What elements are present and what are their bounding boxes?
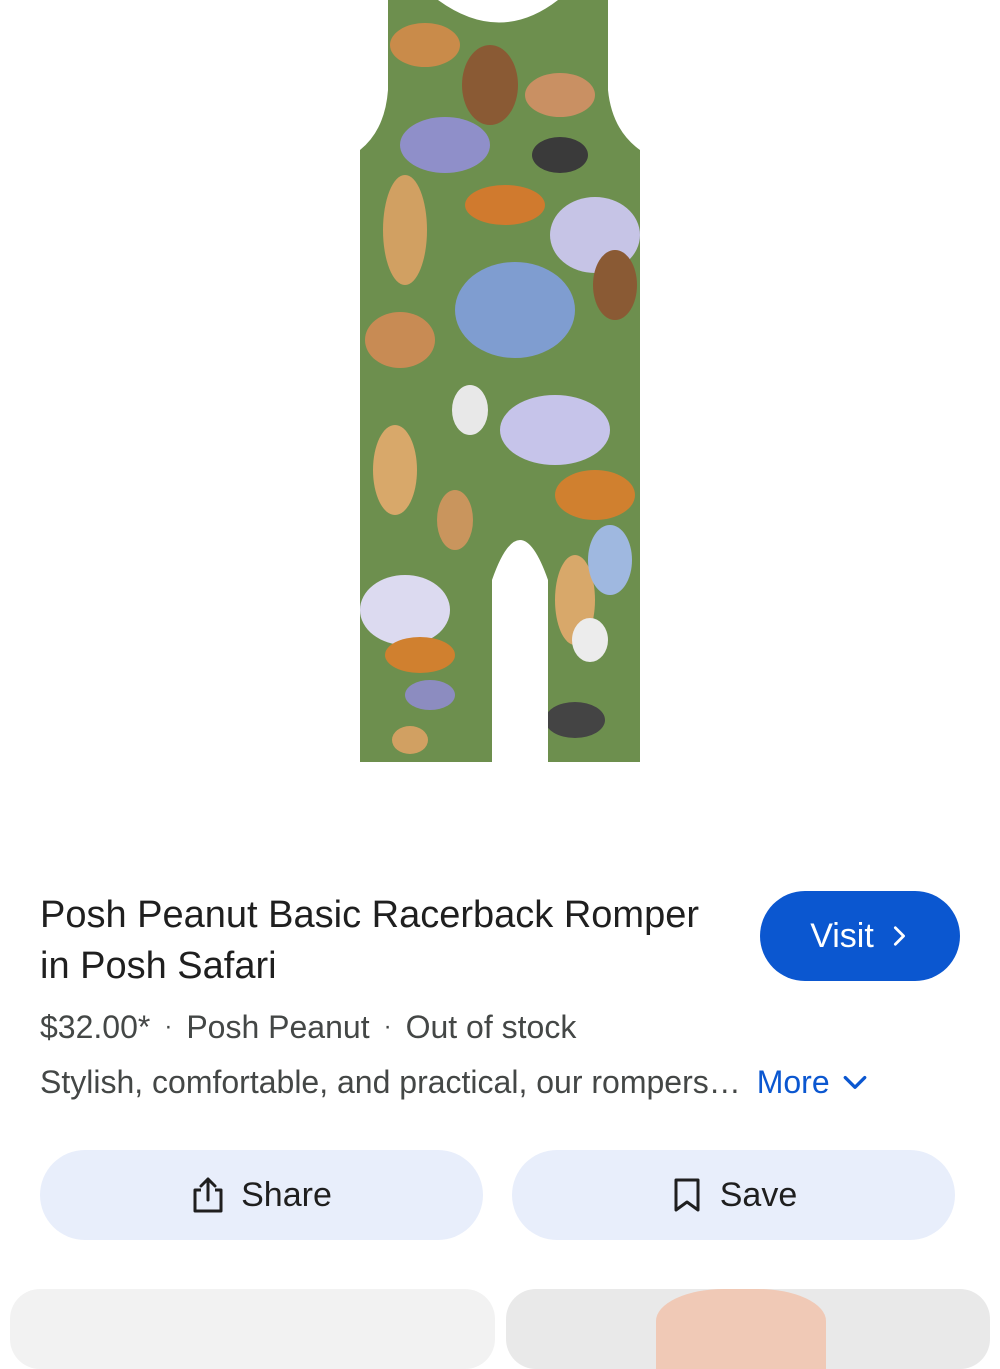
- chevron-down-icon: [843, 1075, 866, 1089]
- product-price: $32.00*: [40, 1008, 151, 1045]
- save-button[interactable]: Save: [512, 1150, 955, 1240]
- more-button[interactable]: More: [757, 1064, 868, 1101]
- share-icon: [193, 1177, 223, 1213]
- related-result-thumbnail: [656, 1289, 826, 1369]
- meta-separator: ·: [164, 1013, 173, 1040]
- meta-separator: ·: [383, 1013, 392, 1040]
- visit-button-label: Visit: [810, 916, 874, 955]
- product-description: Stylish, comfortable, and practical, our…: [40, 1064, 980, 1101]
- stock-status: Out of stock: [405, 1008, 577, 1045]
- more-label: More: [756, 1064, 830, 1100]
- seller-name: Posh Peanut: [186, 1008, 370, 1045]
- bookmark-icon: [674, 1178, 700, 1212]
- chevron-right-icon: [893, 926, 905, 946]
- save-label: Save: [719, 1175, 798, 1214]
- share-label: Share: [241, 1175, 332, 1214]
- related-result-card[interactable]: [10, 1289, 495, 1369]
- product-title: Posh Peanut Basic Racerback Romper in Po…: [40, 894, 699, 987]
- share-button[interactable]: Share: [40, 1150, 483, 1240]
- product-meta: $32.00* · Posh Peanut · Out of stock: [40, 1005, 576, 1049]
- visit-button[interactable]: Visit: [760, 891, 960, 981]
- description-text: Stylish, comfortable, and practical, our…: [40, 1064, 741, 1100]
- related-result-card[interactable]: [506, 1289, 990, 1369]
- romper-illustration: [360, 0, 640, 762]
- product-image[interactable]: [0, 0, 1000, 800]
